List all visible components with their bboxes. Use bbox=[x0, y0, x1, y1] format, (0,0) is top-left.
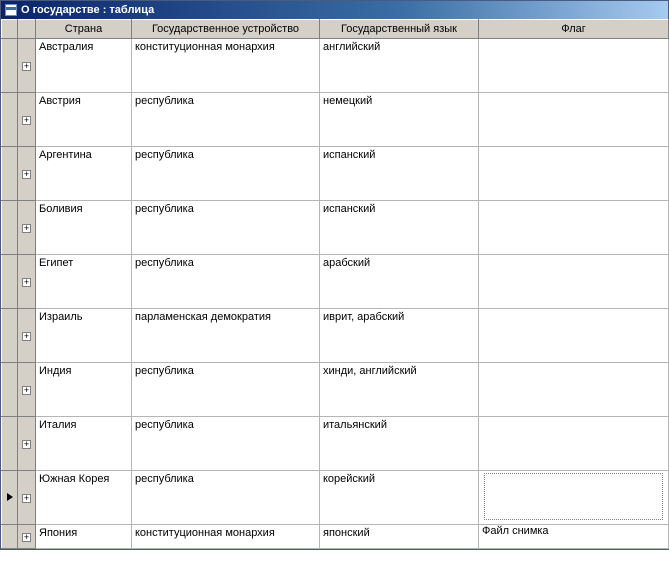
cell-language[interactable]: испанский bbox=[320, 201, 479, 255]
cell-country[interactable]: Япония bbox=[36, 525, 132, 549]
row-selector[interactable] bbox=[2, 255, 18, 309]
plus-icon[interactable]: + bbox=[22, 62, 31, 71]
row-selector[interactable] bbox=[2, 525, 18, 549]
table-row[interactable]: + Японияконституционная монархияяпонскийФ… bbox=[2, 525, 669, 549]
cell-flag[interactable] bbox=[479, 255, 669, 309]
table-row[interactable]: + Аргентинареспубликаиспанский bbox=[2, 147, 669, 201]
col-header-language[interactable]: Государственный язык bbox=[320, 20, 479, 39]
cell-country[interactable]: Австрия bbox=[36, 93, 132, 147]
row-selector[interactable] bbox=[2, 309, 18, 363]
cell-government[interactable]: республика bbox=[132, 255, 320, 309]
cell-government[interactable]: республика bbox=[132, 417, 320, 471]
cell-flag[interactable]: Файл снимка bbox=[479, 525, 669, 549]
cell-government[interactable]: республика bbox=[132, 147, 320, 201]
window: О государстве : таблица Страна Государст… bbox=[0, 0, 669, 550]
row-selector[interactable] bbox=[2, 147, 18, 201]
col-header-flag[interactable]: Флаг bbox=[479, 20, 669, 39]
plus-icon[interactable]: + bbox=[22, 386, 31, 395]
plus-icon[interactable]: + bbox=[22, 440, 31, 449]
titlebar[interactable]: О государстве : таблица bbox=[1, 1, 668, 19]
col-header-government[interactable]: Государственное устройство bbox=[132, 20, 320, 39]
row-expander[interactable]: + bbox=[18, 39, 36, 93]
cell-government[interactable]: парламенская демократия bbox=[132, 309, 320, 363]
cell-country[interactable]: Италия bbox=[36, 417, 132, 471]
cell-government[interactable]: республика bbox=[132, 201, 320, 255]
table-row[interactable]: + Австралияконституционная монархияанглий… bbox=[2, 39, 669, 93]
cell-country[interactable]: Австралия bbox=[36, 39, 132, 93]
cell-government[interactable]: конституционная монархия bbox=[132, 39, 320, 93]
cell-language[interactable]: испанский bbox=[320, 147, 479, 201]
plus-icon[interactable]: + bbox=[22, 116, 31, 125]
row-expander[interactable]: + bbox=[18, 363, 36, 417]
row-expander[interactable]: + bbox=[18, 309, 36, 363]
cell-country[interactable]: Аргентина bbox=[36, 147, 132, 201]
cell-flag[interactable] bbox=[479, 417, 669, 471]
flag-ole-placeholder[interactable] bbox=[484, 473, 663, 520]
row-selector[interactable] bbox=[2, 471, 18, 525]
cell-language[interactable]: арабский bbox=[320, 255, 479, 309]
cell-language[interactable]: хинди, английский bbox=[320, 363, 479, 417]
row-expander[interactable]: + bbox=[18, 525, 36, 549]
col-header-country[interactable]: Страна bbox=[36, 20, 132, 39]
cell-flag[interactable] bbox=[479, 471, 669, 525]
row-expander[interactable]: + bbox=[18, 147, 36, 201]
row-expander[interactable]: + bbox=[18, 201, 36, 255]
cell-language[interactable]: корейский bbox=[320, 471, 479, 525]
cell-flag[interactable] bbox=[479, 93, 669, 147]
cell-country[interactable]: Египет bbox=[36, 255, 132, 309]
current-row-indicator-icon bbox=[7, 493, 13, 501]
table-row[interactable]: + Боливияреспубликаиспанский bbox=[2, 201, 669, 255]
row-selector[interactable] bbox=[2, 201, 18, 255]
table-row[interactable]: + Италияреспубликаитальянский bbox=[2, 417, 669, 471]
cell-government[interactable]: конституционная монархия bbox=[132, 525, 320, 549]
plus-icon[interactable]: + bbox=[22, 332, 31, 341]
row-expander[interactable]: + bbox=[18, 255, 36, 309]
table-row[interactable]: + Египетреспубликаарабский bbox=[2, 255, 669, 309]
table-row[interactable]: + Индияреспубликахинди, английский bbox=[2, 363, 669, 417]
datasheet-icon bbox=[5, 4, 17, 16]
row-expander[interactable]: + bbox=[18, 417, 36, 471]
data-grid: Страна Государственное устройство Госуда… bbox=[1, 19, 669, 549]
cell-language[interactable]: итальянский bbox=[320, 417, 479, 471]
plus-icon[interactable]: + bbox=[22, 170, 31, 179]
cell-country[interactable]: Индия bbox=[36, 363, 132, 417]
cell-flag[interactable] bbox=[479, 309, 669, 363]
table-row[interactable]: + Южная Кореяреспубликакорейский bbox=[2, 471, 669, 525]
plus-icon[interactable]: + bbox=[22, 533, 31, 542]
row-selector-header[interactable] bbox=[2, 20, 18, 39]
expander-header[interactable] bbox=[18, 20, 36, 39]
cell-language[interactable]: японский bbox=[320, 525, 479, 549]
row-selector[interactable] bbox=[2, 363, 18, 417]
cell-flag[interactable] bbox=[479, 147, 669, 201]
cell-government[interactable]: республика bbox=[132, 471, 320, 525]
cell-flag[interactable] bbox=[479, 201, 669, 255]
plus-icon[interactable]: + bbox=[22, 224, 31, 233]
cell-country[interactable]: Израиль bbox=[36, 309, 132, 363]
row-expander[interactable]: + bbox=[18, 471, 36, 525]
cell-government[interactable]: республика bbox=[132, 93, 320, 147]
cell-language[interactable]: иврит, арабский bbox=[320, 309, 479, 363]
cell-flag[interactable] bbox=[479, 39, 669, 93]
row-expander[interactable]: + bbox=[18, 93, 36, 147]
header-row: Страна Государственное устройство Госуда… bbox=[2, 20, 669, 39]
cell-government[interactable]: республика bbox=[132, 363, 320, 417]
window-title: О государстве : таблица bbox=[21, 4, 154, 16]
cell-language[interactable]: английский bbox=[320, 39, 479, 93]
cell-language[interactable]: немецкий bbox=[320, 93, 479, 147]
row-selector[interactable] bbox=[2, 39, 18, 93]
cell-country[interactable]: Южная Корея bbox=[36, 471, 132, 525]
plus-icon[interactable]: + bbox=[22, 278, 31, 287]
cell-flag[interactable] bbox=[479, 363, 669, 417]
row-selector[interactable] bbox=[2, 417, 18, 471]
table-row[interactable]: + Израильпарламенская демократияиврит, ар… bbox=[2, 309, 669, 363]
row-selector[interactable] bbox=[2, 93, 18, 147]
table-row[interactable]: + Австрияреспубликанемецкий bbox=[2, 93, 669, 147]
plus-icon[interactable]: + bbox=[22, 494, 31, 503]
cell-country[interactable]: Боливия bbox=[36, 201, 132, 255]
